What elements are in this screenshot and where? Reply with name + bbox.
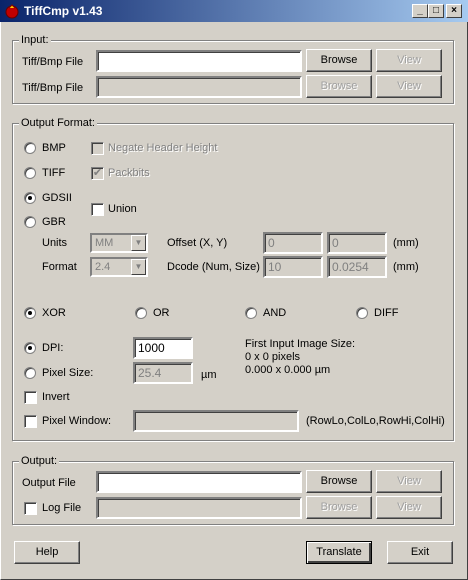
- log-file-view-button[interactable]: View: [376, 496, 442, 519]
- output-format-group: Output Format:: [12, 117, 454, 441]
- offset-y-field[interactable]: [327, 232, 387, 254]
- window-title: TiffCmp v1.43: [24, 4, 103, 18]
- input-file2-field[interactable]: [96, 76, 302, 98]
- radio-pixel-size[interactable]: [24, 367, 36, 379]
- radio-xor[interactable]: [24, 307, 36, 319]
- input-file1-view-button[interactable]: View: [376, 49, 442, 72]
- radio-dpi[interactable]: [24, 342, 36, 354]
- negate-header-height-checkbox[interactable]: [91, 142, 104, 155]
- packbits-label: Packbits: [108, 167, 150, 179]
- units-select[interactable]: MM ▼: [90, 233, 148, 253]
- radio-gdsii-label: GDSII: [42, 192, 72, 204]
- help-button[interactable]: Help: [14, 541, 80, 564]
- app-icon: [5, 4, 19, 19]
- radio-tiff[interactable]: [24, 167, 36, 179]
- log-file-browse-button[interactable]: Browse: [306, 496, 372, 519]
- checkmark-icon: ✔: [92, 167, 103, 179]
- units-value: MM: [95, 237, 114, 249]
- pixel-size-field[interactable]: [133, 362, 193, 384]
- input-file1-browse-button[interactable]: Browse: [306, 49, 372, 72]
- format-select[interactable]: 2.4 ▼: [90, 257, 148, 277]
- maximize-icon: □: [432, 5, 440, 16]
- output-file-view-button[interactable]: View: [376, 470, 442, 493]
- image-size-um: 0.000 x 0.000 µm: [245, 364, 331, 376]
- union-checkbox[interactable]: [91, 203, 104, 216]
- output-group-label: Output:: [19, 455, 60, 467]
- input-file2-view-button[interactable]: View: [376, 75, 442, 98]
- dpi-field[interactable]: [133, 337, 193, 359]
- pixel-window-field[interactable]: [133, 410, 299, 432]
- pixel-window-checkbox[interactable]: [24, 415, 37, 428]
- input-file1-label: Tiff/Bmp File: [22, 56, 84, 68]
- dcode-size-field[interactable]: [327, 256, 387, 278]
- radio-and[interactable]: [245, 307, 257, 319]
- close-button[interactable]: ×: [446, 4, 462, 18]
- radio-or[interactable]: [135, 307, 147, 319]
- radio-gdsii[interactable]: [24, 192, 36, 204]
- radio-gbr-label: GBR: [42, 216, 66, 228]
- dcode-num-field[interactable]: [263, 256, 323, 278]
- units-label: Units: [42, 237, 68, 249]
- radio-and-label: AND: [263, 307, 287, 319]
- offset-x-field[interactable]: [263, 232, 323, 254]
- pixel-window-hint: (RowLo,ColLo,RowHi,ColHi): [306, 415, 445, 427]
- image-size-title: First Input Image Size:: [245, 338, 356, 350]
- input-file1-field[interactable]: [96, 50, 302, 72]
- pixel-size-unit: µm: [201, 369, 217, 381]
- close-icon: ×: [451, 5, 457, 16]
- log-file-checkbox[interactable]: [24, 502, 37, 515]
- output-file-label: Output File: [22, 477, 76, 489]
- packbits-checkbox[interactable]: ✔: [91, 167, 104, 180]
- format-value: 2.4: [95, 261, 111, 273]
- radio-or-label: OR: [153, 307, 170, 319]
- format-label: Format: [42, 261, 77, 273]
- chevron-down-icon: ▼: [131, 259, 146, 275]
- exit-button[interactable]: Exit: [387, 541, 453, 564]
- minimize-icon: _: [417, 5, 423, 16]
- pixel-window-label: Pixel Window:: [42, 415, 112, 427]
- radio-xor-label: XOR: [42, 307, 66, 319]
- radio-bmp[interactable]: [24, 142, 36, 154]
- union-label: Union: [108, 203, 137, 215]
- maximize-button[interactable]: □: [428, 4, 444, 18]
- translate-button[interactable]: Translate: [306, 541, 372, 564]
- input-file2-browse-button[interactable]: Browse: [306, 75, 372, 98]
- chevron-down-icon: ▼: [131, 235, 146, 251]
- radio-diff-label: DIFF: [374, 307, 399, 319]
- output-file-browse-button[interactable]: Browse: [306, 470, 372, 493]
- negate-header-height-label: Negate Header Height: [108, 142, 218, 154]
- log-file-field[interactable]: [96, 497, 302, 519]
- offset-label: Offset (X, Y): [167, 237, 228, 249]
- dcode-unit: (mm): [393, 261, 419, 273]
- radio-gbr[interactable]: [24, 216, 36, 228]
- pixel-size-label: Pixel Size:: [42, 367, 94, 379]
- radio-diff[interactable]: [356, 307, 368, 319]
- output-file-field[interactable]: [96, 471, 302, 493]
- input-group-label: Input:: [19, 34, 51, 46]
- minimize-button[interactable]: _: [412, 4, 428, 18]
- image-size-pixels: 0 x 0 pixels: [245, 351, 301, 363]
- radio-tiff-label: TIFF: [42, 167, 66, 179]
- input-file2-label: Tiff/Bmp File: [22, 82, 84, 94]
- invert-checkbox[interactable]: [24, 391, 37, 404]
- dcode-label: Dcode (Num, Size): [167, 261, 260, 273]
- dpi-label: DPI:: [42, 342, 64, 354]
- offset-unit: (mm): [393, 237, 419, 249]
- title-bar[interactable]: TiffCmp v1.43 _ □ ×: [0, 0, 468, 22]
- invert-label: Invert: [42, 391, 70, 403]
- log-file-label: Log File: [42, 502, 82, 514]
- radio-bmp-label: BMP: [42, 142, 66, 154]
- output-format-group-label: Output Format:: [19, 117, 97, 129]
